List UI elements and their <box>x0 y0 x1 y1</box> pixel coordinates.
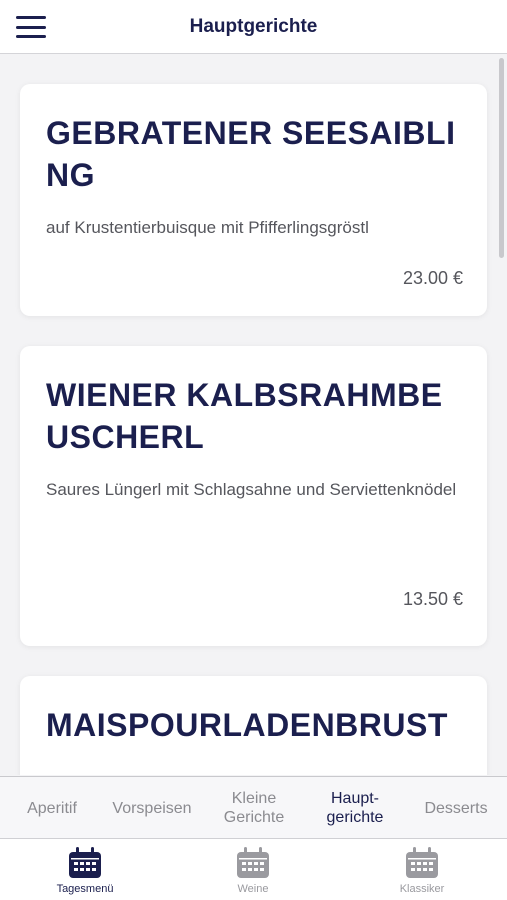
calendar-icon <box>237 847 269 878</box>
dish-name: GEBRATENER SEESAIBLING <box>46 115 456 193</box>
dish-name: MAISPOURLADENBRUST <box>46 707 448 743</box>
page-title: Hauptgerichte <box>189 15 318 37</box>
tab-kleine-gerichte[interactable]: Kleine Gerichte <box>208 777 300 839</box>
dish-price: 23.00 € <box>402 268 463 288</box>
dish-name: WIENER KALBSRAHMBEUSCHERL <box>46 377 443 455</box>
scrollbar[interactable] <box>499 58 504 258</box>
category-tab-bar: Aperitif Vorspeisen Kleine Gerichte Haup… <box>0 776 507 838</box>
tab-desserts[interactable]: Desserts <box>412 777 500 839</box>
bottom-navigation: Tagesmenü Weine Klassiker <box>0 838 507 900</box>
tab-aperitif[interactable]: Aperitif <box>14 777 90 839</box>
tab-hauptgerichte[interactable]: Haupt- gerichte <box>316 777 394 839</box>
nav-klassiker[interactable]: Klassiker <box>362 839 482 900</box>
calendar-icon <box>406 847 438 878</box>
top-bar: Hauptgerichte <box>0 0 507 54</box>
dish-card[interactable]: WIENER KALBSRAHMBEUSCHERL Saures Lüngerl… <box>20 346 487 646</box>
dish-price: 13.50 € <box>402 589 463 609</box>
dish-description: auf Krustentierbuisque mit Pfifferlingsg… <box>46 218 369 237</box>
dish-list[interactable]: GEBRATENER SEESAIBLING auf Krustentierbu… <box>0 55 507 775</box>
nav-label: Klassiker <box>399 883 445 895</box>
dish-card[interactable]: GEBRATENER SEESAIBLING auf Krustentierbu… <box>20 84 487 316</box>
dish-card[interactable]: MAISPOURLADENBRUST <box>20 676 487 775</box>
nav-weine[interactable]: Weine <box>193 839 313 900</box>
tab-vorspeisen[interactable]: Vorspeisen <box>102 777 202 839</box>
hamburger-menu-icon[interactable] <box>14 14 48 40</box>
dish-description: Saures Lüngerl mit Schlagsahne und Servi… <box>46 480 457 499</box>
menu-line <box>16 25 46 29</box>
menu-line <box>16 35 46 38</box>
menu-line <box>16 16 46 19</box>
nav-label: Weine <box>237 883 269 895</box>
nav-label: Tagesmenü <box>56 883 114 895</box>
nav-tagesmenue[interactable]: Tagesmenü <box>25 839 145 900</box>
calendar-icon <box>69 847 101 878</box>
